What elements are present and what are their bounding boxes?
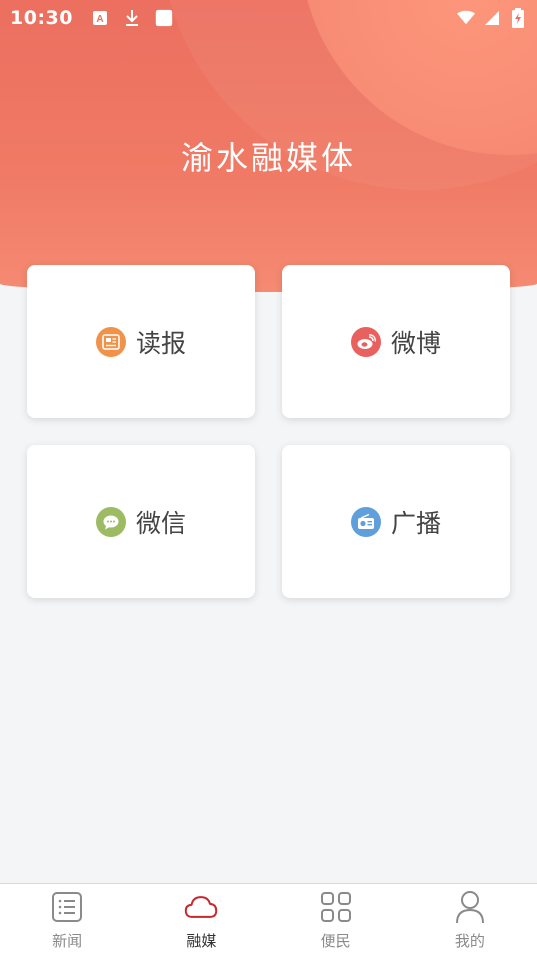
card-label: 微信 [135,508,186,538]
read-newspaper-card[interactable]: 读报 [27,265,255,418]
download-icon [123,9,141,27]
grid-icon [319,890,353,924]
card-label: 广播 [390,508,441,538]
newspaper-icon [95,326,126,357]
tab-news[interactable]: 新闻 [0,884,134,956]
user-icon [453,890,487,924]
svg-text:A: A [96,14,103,25]
wifi-icon [457,9,475,27]
card-label: 读报 [135,328,186,358]
bottom-tab-bar: 新闻 融媒 便民 我的 [0,883,537,956]
tab-profile[interactable]: 我的 [403,884,537,956]
status-bar: 10:30 A [0,0,537,36]
tab-label: 便民 [320,932,351,950]
tab-media[interactable]: 融媒 [134,884,268,956]
tab-services[interactable]: 便民 [269,884,403,956]
status-time: 10:30 [10,7,73,29]
cloud-icon [184,890,218,924]
radio-icon [350,506,381,537]
weibo-card[interactable]: 微博 [282,265,510,418]
signal-icon [483,9,501,27]
list-icon [50,890,84,924]
wechat-icon [95,506,126,537]
tab-label: 新闻 [52,932,83,950]
wechat-card[interactable]: 微信 [27,445,255,598]
page-title: 渝水融媒体 [180,139,356,177]
card-label: 微博 [390,328,441,358]
tab-label: 我的 [454,932,485,950]
square-icon [155,9,173,27]
weibo-icon [350,326,381,357]
tab-label: 融媒 [186,932,217,950]
battery-icon [509,8,527,28]
keyboard-a-icon: A [91,9,109,27]
radio-card[interactable]: 广播 [282,445,510,598]
